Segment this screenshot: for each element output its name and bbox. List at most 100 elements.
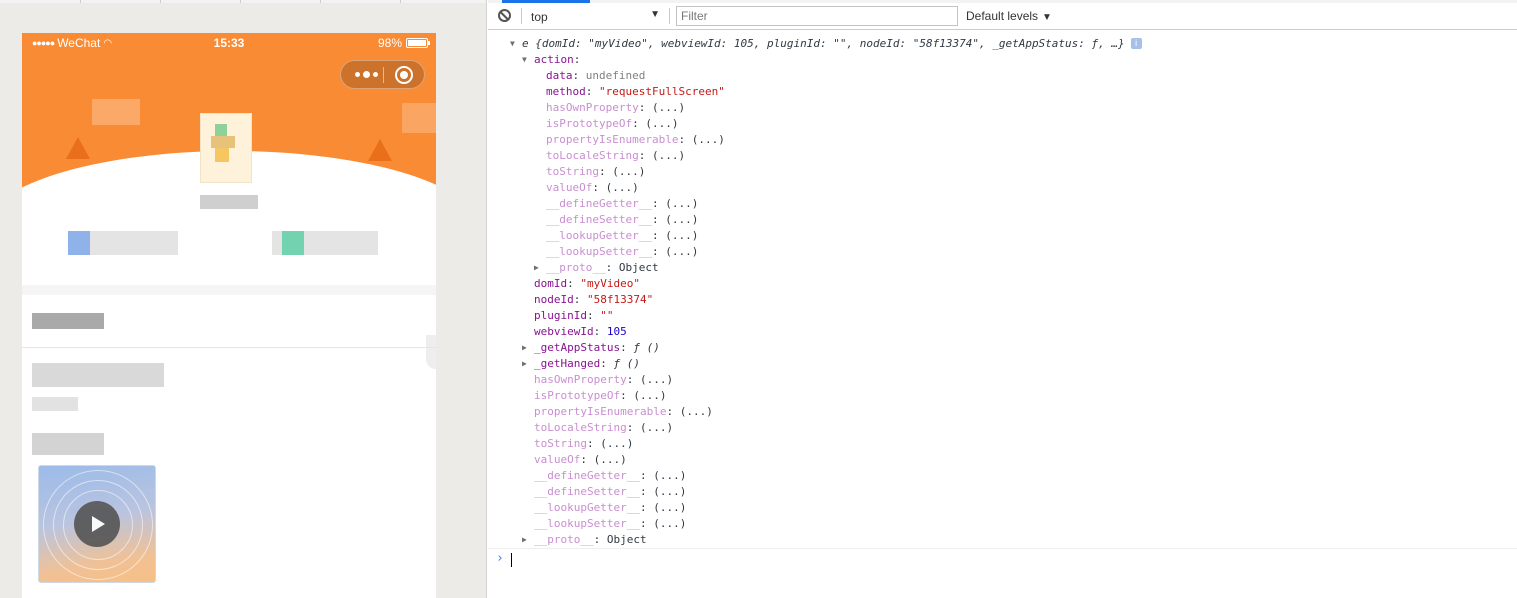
- property-value: (...): [679, 405, 713, 418]
- property-value: (...): [639, 421, 674, 434]
- info-icon[interactable]: i: [1130, 38, 1142, 49]
- action-child-row: __lookupSetter__: (...): [546, 244, 698, 260]
- more-dots-icon[interactable]: [351, 61, 381, 88]
- collapsed-triangle-icon[interactable]: ▶: [534, 260, 539, 276]
- console-toolbar: top ▼ Default levels▼: [488, 3, 1517, 30]
- collapsed-triangle-icon[interactable]: ▶: [522, 532, 527, 548]
- property-value: (...): [651, 149, 686, 162]
- root-inherited-row: isPrototypeOf: (...): [534, 388, 666, 404]
- property-colon: :: [620, 389, 634, 402]
- post-title-blurred: [32, 363, 164, 387]
- property-colon: :: [626, 421, 640, 434]
- property-colon: :: [651, 245, 666, 258]
- filter-input[interactable]: [676, 6, 958, 26]
- prompt-chevron-icon: ›: [496, 551, 504, 566]
- property-value: "": [600, 309, 614, 322]
- property-colon: :: [638, 149, 652, 162]
- property-colon: :: [592, 181, 606, 194]
- property-value: (...): [612, 165, 646, 178]
- video-thumbnail[interactable]: [38, 465, 156, 583]
- play-icon[interactable]: [74, 501, 120, 547]
- capsule-separator: [383, 67, 384, 83]
- root-function-row[interactable]: ▶ _getAppStatus: ƒ (): [522, 340, 660, 356]
- action-property-row[interactable]: ▼ action:: [522, 52, 581, 68]
- expanded-triangle-icon[interactable]: ▼: [510, 36, 515, 52]
- action-proto-row[interactable]: ▶ __proto__: Object: [534, 260, 659, 276]
- property-colon: :: [600, 357, 614, 370]
- property-colon: :: [651, 229, 666, 242]
- capsule-menu[interactable]: [340, 60, 425, 89]
- tree-decoration: [66, 137, 90, 159]
- root-property-row: domId: "myVideo": [534, 276, 640, 292]
- property-key: isPrototypeOf: [534, 389, 621, 402]
- property-key: toString: [534, 437, 587, 450]
- collapsed-triangle-icon[interactable]: ▶: [522, 356, 527, 372]
- post-subtitle-blurred: [32, 397, 78, 411]
- property-value: 105: [606, 325, 627, 338]
- target-close-icon[interactable]: [395, 66, 413, 84]
- property-key: toLocaleString: [534, 421, 627, 434]
- property-colon: :: [572, 69, 586, 82]
- root-property-row: nodeId: "58f13374": [534, 292, 653, 308]
- action-child-row: method: "requestFullScreen": [546, 84, 725, 100]
- log-levels-selector[interactable]: Default levels ▼: [966, 9, 1052, 23]
- property-key: __lookupSetter__: [546, 245, 652, 258]
- property-key: __defineSetter__: [546, 213, 652, 226]
- property-key: propertyIsEnumerable: [546, 133, 679, 146]
- dropdown-arrow-icon: ▼: [1042, 12, 1052, 23]
- property-key: webviewId: [534, 325, 594, 338]
- property-value: Object: [606, 533, 647, 546]
- property-value: (...): [651, 101, 686, 114]
- action-child-row: isPrototypeOf: (...): [546, 116, 678, 132]
- property-key: __defineSetter__: [534, 485, 640, 498]
- object-summary-row[interactable]: ▼ e {domId: "myVideo", webviewId: 105, pl…: [510, 36, 1142, 52]
- toolbar-separator: [669, 8, 670, 24]
- property-value: "requestFullScreen": [599, 85, 725, 98]
- action-child-row: toLocaleString: (...): [546, 148, 685, 164]
- toolbar-separator: [521, 8, 522, 24]
- root-inherited-row: valueOf: (...): [534, 452, 627, 468]
- action-child-row: __lookupGetter__: (...): [546, 228, 698, 244]
- property-key: _getHanged: [534, 357, 601, 370]
- property-key: hasOwnProperty: [546, 101, 639, 114]
- root-property-row: webviewId: 105: [534, 324, 627, 340]
- simulator-pane: ●●●●● WeChat ◠ 15:33 98%: [0, 0, 487, 598]
- battery-percent: 98%: [377, 36, 402, 50]
- property-value: "58f13374": [587, 293, 654, 306]
- clear-console-icon[interactable]: [498, 9, 511, 22]
- simulator-tab-strip: [0, 0, 486, 3]
- text-caret: [511, 553, 512, 567]
- property-value: (...): [653, 501, 687, 514]
- property-value: (...): [633, 389, 667, 402]
- section-divider: [22, 285, 436, 295]
- property-value: (...): [645, 117, 679, 130]
- property-colon: :: [626, 373, 640, 386]
- action-child-row: __defineSetter__: (...): [546, 212, 698, 228]
- property-colon: :: [651, 213, 666, 226]
- property-value: (...): [665, 213, 699, 226]
- avatar[interactable]: [200, 113, 252, 183]
- mosaic-decoration: [402, 103, 436, 133]
- root-inherited-row: __lookupSetter__: (...): [534, 516, 686, 532]
- console-prompt[interactable]: ›: [488, 548, 1517, 570]
- property-colon: :: [666, 405, 680, 418]
- context-selector[interactable]: top ▼: [528, 7, 662, 26]
- stat-blurred-left: [68, 231, 178, 255]
- property-key: valueOf: [546, 181, 593, 194]
- collapsed-triangle-icon[interactable]: ▶: [522, 340, 527, 356]
- property-colon: :: [638, 101, 652, 114]
- property-colon: :: [585, 85, 599, 98]
- property-colon: :: [567, 277, 581, 290]
- property-colon: :: [573, 53, 581, 66]
- property-key: nodeId: [534, 293, 574, 306]
- action-child-row: toString: (...): [546, 164, 645, 180]
- root-function-row[interactable]: ▶ _getHanged: ƒ (): [522, 356, 640, 372]
- list-title-blurred[interactable]: [32, 313, 104, 329]
- property-key: _getAppStatus: [534, 341, 621, 354]
- expanded-triangle-icon[interactable]: ▼: [522, 52, 527, 68]
- action-child-row: data: undefined: [546, 68, 645, 84]
- devtools-console: top ▼ Default levels▼ ▼e {domId: "myVide…: [488, 0, 1517, 598]
- property-colon: :: [598, 165, 613, 178]
- root-proto-row[interactable]: ▶ __proto__: Object: [522, 532, 647, 548]
- phone-screen[interactable]: [22, 33, 436, 598]
